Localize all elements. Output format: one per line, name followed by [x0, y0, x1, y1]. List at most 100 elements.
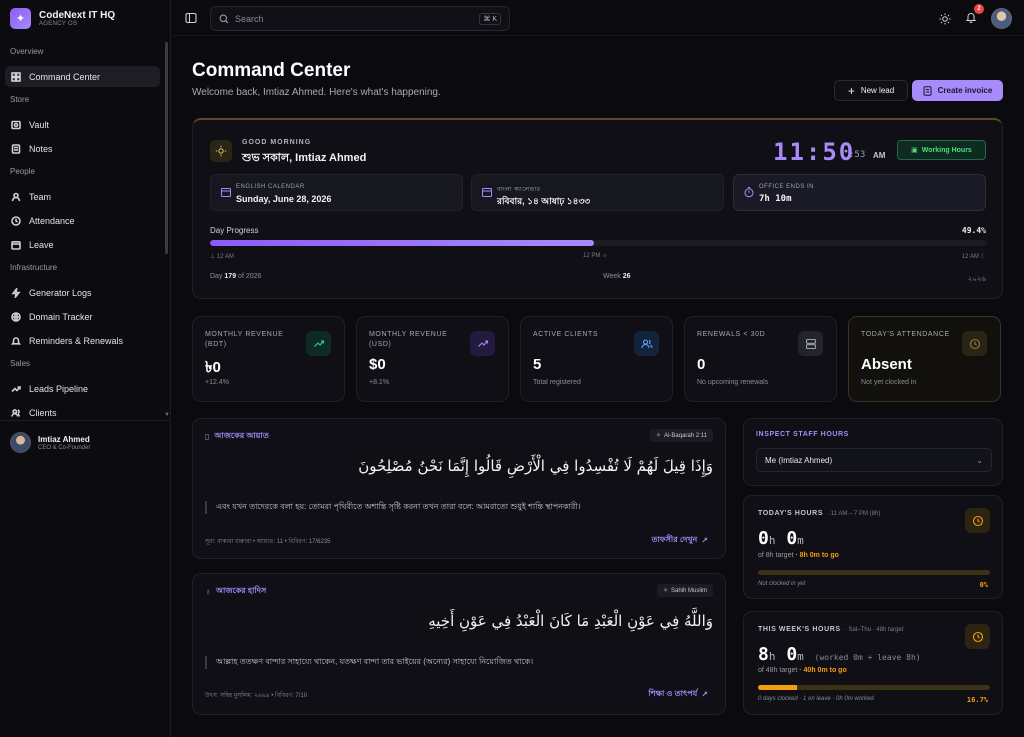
- grid-icon: [11, 71, 21, 82]
- user-role: CEO & Co-Founder: [38, 444, 91, 451]
- page-subtitle: Welcome back, Imtiaz Ahmed. Here's what'…: [192, 87, 441, 98]
- todays-hours-card: TODAY'S HOURS · 11 AM – 7 PM (8h) 0h 0m o…: [743, 495, 1003, 599]
- sidebar-item-command-center[interactable]: Command Center: [5, 66, 160, 87]
- vault-icon: [11, 120, 21, 129]
- todays-hours-percent: 0%: [979, 581, 988, 589]
- sidebar-item-team[interactable]: Team: [5, 186, 160, 207]
- chevron-down-icon: ⌄: [976, 455, 983, 465]
- staff-select[interactable]: Me (Imtiaz Ahmed) ⌄: [756, 448, 992, 472]
- ayah-arabic: وَإِذَا قِيلَ لَهُمْ لَا تُفْسِدُوا فِي …: [358, 457, 713, 475]
- sidebar-item-leave[interactable]: Leave: [5, 234, 160, 255]
- sidebar: ✦ CodeNext IT HQ AGENCY OS Overview Comma…: [0, 0, 171, 737]
- todays-hours-range: · 11 AM – 7 PM (8h): [827, 511, 881, 517]
- trend-icon: [11, 385, 21, 392]
- hadith-arabic: وَاللَّهُ فِي عَوْنِ الْعَبْدِ مَا كَانَ…: [428, 612, 713, 630]
- sidebar-nav: Overview Command Center Store Vault Notes Peo…: [0, 40, 165, 420]
- tafsir-link[interactable]: তাফসীর দেখুন ↗: [651, 534, 708, 547]
- nav-section-infrastructure: Infrastructure: [10, 263, 58, 272]
- invoice-icon: [923, 85, 932, 96]
- bell-icon: [11, 336, 21, 345]
- notification-badge: 2: [974, 3, 984, 14]
- stat-card-3[interactable]: RENEWALS < 30D 0 No upcoming renewals: [684, 316, 837, 402]
- sidebar-item-vault[interactable]: Vault: [5, 114, 160, 135]
- todays-hours-title-text: TODAY'S HOURS: [758, 510, 824, 517]
- nav-section-sales: Sales: [10, 359, 31, 368]
- nav-section-overview: Overview: [10, 47, 44, 56]
- stat-card-4[interactable]: TODAY'S ATTENDANCE Absent Not yet clocked …: [848, 316, 1001, 402]
- working-hours-badge: ▣ Working Hours: [897, 140, 986, 160]
- todays-hours-m: 0: [786, 528, 798, 549]
- day-suffix: of 2026: [238, 273, 262, 280]
- create-invoice-button[interactable]: Create invoice: [912, 80, 1003, 101]
- brand-sub: AGENCY OS: [39, 20, 78, 27]
- clock-time: 11:50: [773, 138, 856, 166]
- weeks-hours-target: of 48h target · 40h 0m to go: [758, 667, 847, 674]
- day-progress-label: Day Progress: [210, 226, 259, 235]
- stat-card-2[interactable]: ACTIVE CLIENTS 5 Total registered: [520, 316, 673, 402]
- new-lead-button[interactable]: + New lead: [834, 80, 908, 101]
- week-number: 26: [622, 273, 631, 280]
- user-profile[interactable]: Imtiaz Ahmed CEO & Co-Founder: [0, 420, 170, 464]
- sidebar-item-clients[interactable]: Clients: [5, 402, 160, 420]
- search-bar[interactable]: Search ⌘ K: [210, 6, 510, 31]
- tick-start-label: 12 AM: [216, 254, 234, 260]
- briefcase-icon: ▣: [911, 147, 918, 154]
- tick-end: 12 AM ☾: [962, 253, 986, 260]
- tafsir-link-label: তাফসীর দেখুন: [651, 535, 698, 544]
- scroll-down-icon[interactable]: ▼: [164, 412, 170, 418]
- weeks-hours-extra: (worked 0m + leave 8h): [814, 653, 921, 662]
- team-icon: [11, 192, 21, 201]
- english-calendar-label: ENGLISH CALENDAR: [236, 184, 305, 190]
- notifications-button[interactable]: 2: [965, 3, 984, 28]
- stat-label: RENEWALS < 30D: [697, 331, 766, 338]
- stat-card-1[interactable]: MONTHLY REVENUE (USD) $0 +8.1%: [356, 316, 509, 402]
- search-shortcut: ⌘ K: [479, 12, 501, 25]
- calendar-icon: [221, 188, 231, 197]
- clock-icon: [965, 508, 990, 533]
- trend-up-icon: [470, 331, 495, 356]
- theme-toggle-icon[interactable]: [939, 13, 951, 25]
- day-progress-bar: [210, 240, 987, 246]
- office-ends-value: 7h 10m: [759, 194, 792, 204]
- sidebar-item-label: Leave: [29, 239, 54, 250]
- profile-avatar[interactable]: [991, 8, 1012, 29]
- plus-icon: +: [847, 83, 855, 98]
- avatar: [10, 432, 31, 453]
- stat-label: MONTHLY REVENUE (USD): [369, 331, 448, 348]
- stat-label: ACTIVE CLIENTS: [533, 331, 599, 338]
- clock-seconds: :53: [849, 150, 866, 160]
- external-link-icon: ↗: [701, 690, 708, 699]
- weeks-hours-bar: [758, 685, 990, 690]
- sidebar-item-domain-tracker[interactable]: Domain Tracker: [5, 306, 160, 327]
- sidebar-item-label: Generator Logs: [29, 287, 92, 298]
- stat-card-0[interactable]: MONTHLY REVENUE (BDT) ৳0 +12.4%: [192, 316, 345, 402]
- sidebar-toggle-icon[interactable]: [185, 12, 197, 24]
- award-icon: ♁: [205, 587, 211, 596]
- sidebar-item-leads-pipeline[interactable]: Leads Pipeline: [5, 378, 160, 399]
- bangla-calendar-value: রবিবার, ১৪ আষাঢ় ১৪৩৩: [497, 196, 591, 206]
- sidebar-item-notes[interactable]: Notes: [5, 138, 160, 159]
- sidebar-item-label: Team: [29, 191, 52, 202]
- sparkle-icon: ✧: [662, 588, 668, 594]
- staff-hours-title: INSPECT STAFF HOURS: [756, 431, 849, 438]
- ayah-title-text: আজকের আয়াত: [214, 431, 269, 440]
- ayah-source: সূরা: বাকারা বাক্বারা • আয়াত: 11 • বিবি…: [205, 539, 331, 545]
- weeks-hours-percent: 16.7%: [966, 696, 988, 704]
- lesson-link[interactable]: শিক্ষা ও তাৎপর্য ↗: [649, 688, 709, 701]
- sidebar-scrollbar[interactable]: [165, 42, 168, 254]
- sidebar-item-attendance[interactable]: Attendance: [5, 210, 160, 231]
- greeting-label: GOOD MORNING: [242, 139, 312, 146]
- sidebar-item-generator-logs[interactable]: Generator Logs: [5, 282, 160, 303]
- stat-value: Absent: [861, 356, 912, 373]
- stat-label: MONTHLY REVENUE (BDT): [205, 331, 284, 348]
- clock-ampm: AM: [873, 151, 886, 160]
- sidebar-item-label: Attendance: [29, 215, 75, 226]
- sidebar-item-reminders-renewals[interactable]: Reminders & Renewals: [5, 330, 160, 351]
- brand[interactable]: ✦ CodeNext IT HQ AGENCY OS: [0, 0, 170, 36]
- moon-icon: ☾: [980, 254, 986, 260]
- search-input[interactable]: Search: [235, 14, 473, 24]
- weeks-hours-note: 0 days clocked · 1 on leave · 0h 0m work…: [758, 696, 874, 702]
- day-progress-fill: [210, 240, 594, 246]
- nav-section-store: Store: [10, 95, 30, 104]
- stat-sub: No upcoming renewals: [697, 379, 769, 386]
